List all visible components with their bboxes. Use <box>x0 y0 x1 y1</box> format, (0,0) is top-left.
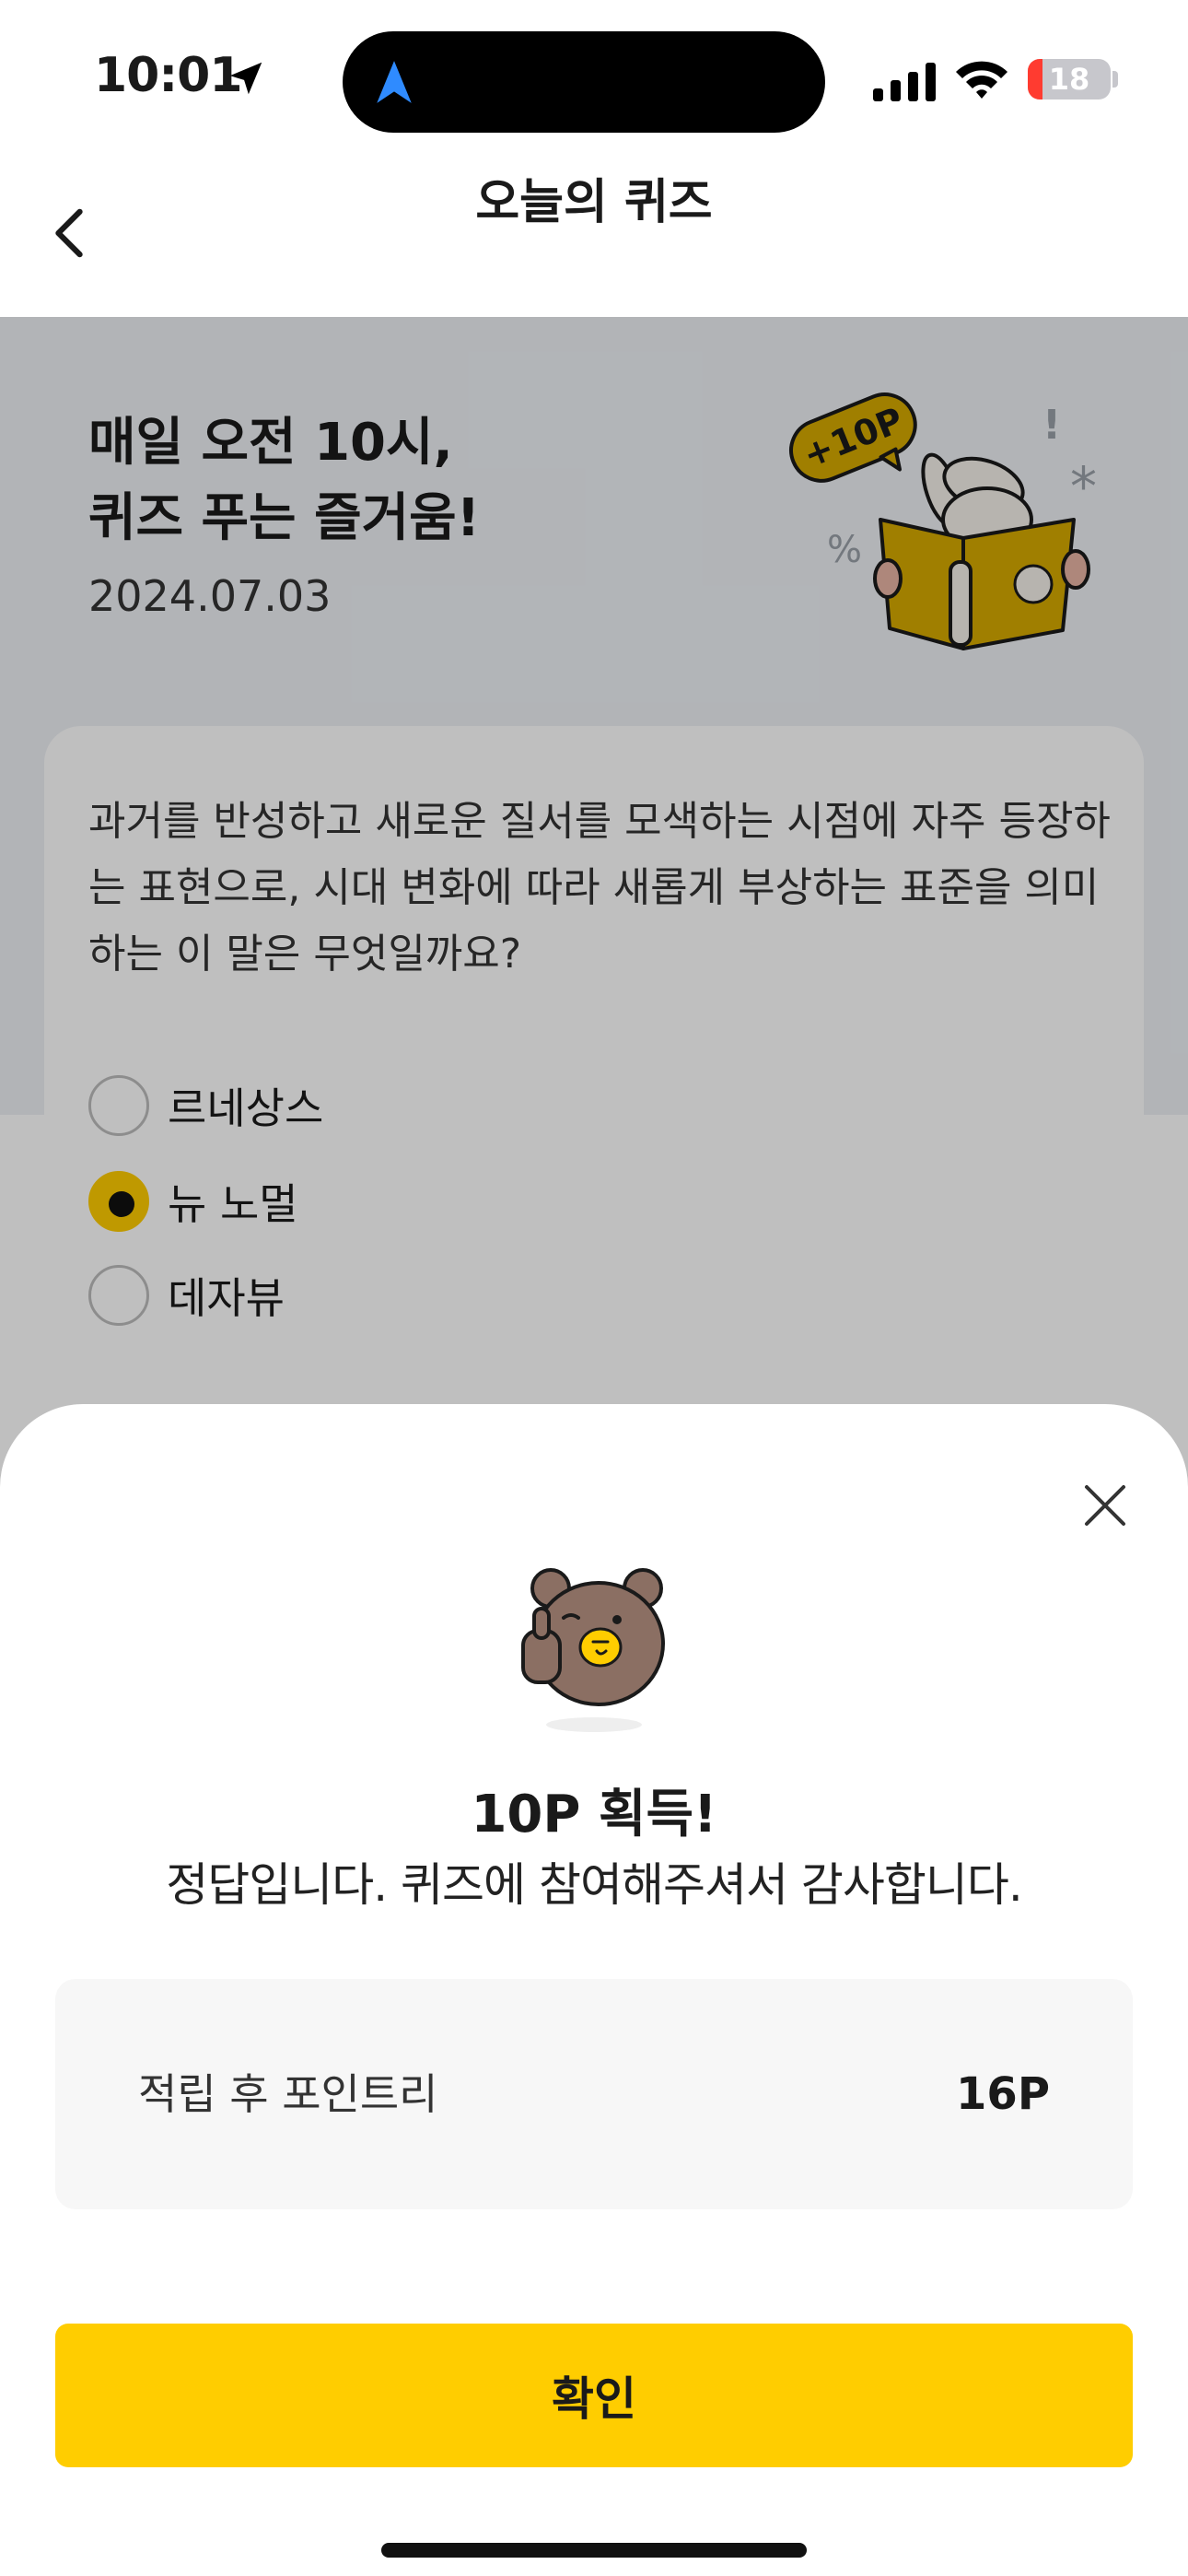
reward-title: 10P 획득! <box>471 1785 717 1844</box>
points-summary: 적립 후 포인트리 16P <box>55 1979 1133 2209</box>
battery-percent: 18 <box>1048 62 1090 97</box>
navigation-arrow-icon <box>377 61 412 103</box>
points-value: 16P <box>956 2068 1050 2120</box>
reward-message: 정답입니다. 퀴즈에 참여해주셔서 감사합니다. <box>166 1858 1022 1912</box>
chevron-left-icon <box>55 208 83 258</box>
location-arrow-icon <box>229 62 262 95</box>
confirm-button[interactable]: 확인 <box>55 2324 1133 2467</box>
close-button[interactable] <box>1074 1474 1136 1537</box>
home-indicator[interactable] <box>381 2543 807 2558</box>
back-button[interactable] <box>37 201 101 265</box>
bear-thumbs-up-icon <box>521 1568 665 1732</box>
nav-header: 오늘의 퀴즈 <box>0 147 1188 317</box>
status-time: 10:01 <box>94 48 243 103</box>
battery-icon: 18 <box>1028 59 1111 100</box>
page-title: 오늘의 퀴즈 <box>475 175 713 230</box>
battery-cap <box>1112 71 1118 88</box>
result-bottom-sheet: 10P 획득! 정답입니다. 퀴즈에 참여해주셔서 감사합니다. 적립 후 포인… <box>0 1404 1188 2576</box>
points-label: 적립 후 포인트리 <box>138 2069 438 2119</box>
wifi-icon <box>956 61 1007 99</box>
cellular-signal-icon <box>873 63 936 101</box>
close-icon <box>1085 1485 1125 1526</box>
